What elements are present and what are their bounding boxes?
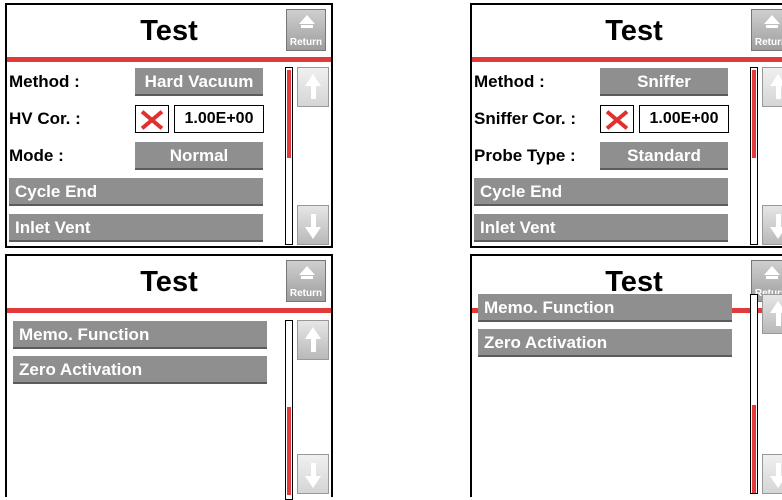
return-label: Return [289,37,323,48]
zero-activation-button[interactable]: Zero Activation [13,356,267,384]
scroll-down-button[interactable] [297,454,329,494]
return-button[interactable]: Return [286,9,326,51]
mode-label: Mode : [9,146,64,165]
method-row: Method : Sniffer [472,67,752,97]
method-select-button[interactable]: Hard Vacuum [135,68,263,96]
scrollbar-thumb[interactable] [752,70,756,158]
down-arrow-icon [305,227,321,239]
scroll-up-button[interactable] [297,320,329,360]
return-button[interactable]: Return [751,9,782,51]
scrollbar[interactable] [285,67,293,245]
page-title: Test [605,15,663,47]
correction-row: Sniffer Cor. : 1.00E+00 [472,104,752,134]
return-label: Return [754,37,782,48]
memo-function-button[interactable]: Memo. Function [13,321,267,349]
cycle-end-button[interactable]: Cycle End [9,178,263,206]
correction-label: HV Cor. : [9,109,81,128]
scroll-up-button[interactable] [762,294,782,334]
mode-row: Mode : Normal [7,141,287,171]
title-divider [472,57,782,62]
panel-test-page2-right: Test Return Memo. Function Zero Activati… [470,254,782,497]
scrollbar-thumb[interactable] [752,405,756,493]
title-divider [7,308,331,313]
cycle-end-button[interactable]: Cycle End [474,178,728,206]
correction-value-field[interactable]: 1.00E+00 [174,105,264,133]
method-label: Method : [9,72,80,91]
method-label: Method : [474,72,545,91]
scroll-down-button[interactable] [762,205,782,245]
title-divider [7,57,331,62]
mode-select-button[interactable]: Normal [135,142,263,170]
method-row: Method : Hard Vacuum [7,67,287,97]
scrollbar-thumb[interactable] [287,70,291,158]
correction-row: HV Cor. : 1.00E+00 [7,104,287,134]
scroll-up-button[interactable] [762,67,782,107]
inlet-vent-button[interactable]: Inlet Vent [474,214,728,242]
return-icon [764,15,780,24]
return-label: Return [289,288,323,299]
method-select-button[interactable]: Sniffer [600,68,728,96]
scroll-down-button[interactable] [297,205,329,245]
correction-toggle[interactable] [600,105,634,133]
scrollbar-thumb[interactable] [287,407,291,495]
page-title: Test [140,15,198,47]
scrollbar[interactable] [750,294,758,494]
return-button[interactable]: Return [286,260,326,302]
panel-test-sniffer: Test Return Method : Sniffer Sniffer Cor… [470,3,782,248]
down-arrow-icon [770,227,782,239]
scrollbar[interactable] [285,320,293,500]
scroll-down-button[interactable] [762,454,782,494]
panel-test-hard-vacuum: Test Return Method : Hard Vacuum HV Cor.… [5,3,333,248]
probe-type-label: Probe Type : [474,146,576,165]
return-icon [764,266,780,275]
panel-test-page2-left: Test Return Memo. Function Zero Activati… [5,254,333,500]
page-title: Test [140,266,198,298]
probe-type-select-button[interactable]: Standard [600,142,728,170]
memo-function-button[interactable]: Memo. Function [478,294,732,322]
down-arrow-icon [305,476,321,488]
probe-type-row: Probe Type : Standard [472,141,752,171]
zero-activation-button[interactable]: Zero Activation [478,329,732,357]
correction-value-field[interactable]: 1.00E+00 [639,105,729,133]
return-icon [299,266,315,275]
correction-label: Sniffer Cor. : [474,109,577,128]
down-arrow-icon [770,476,782,488]
inlet-vent-button[interactable]: Inlet Vent [9,214,263,242]
return-icon [299,15,315,24]
scrollbar[interactable] [750,67,758,245]
scroll-up-button[interactable] [297,67,329,107]
correction-toggle[interactable] [135,105,169,133]
